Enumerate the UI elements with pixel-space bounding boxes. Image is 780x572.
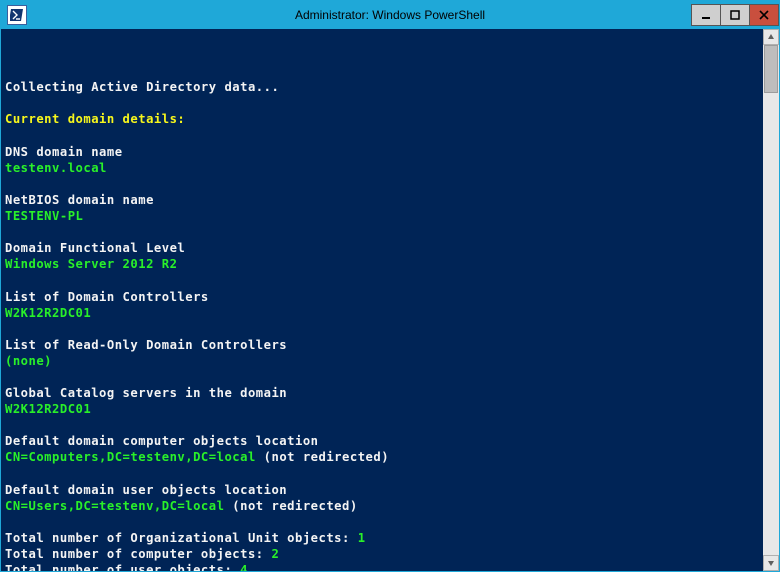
scroll-up-arrow-icon[interactable]: [763, 29, 779, 45]
console-line: W2K12R2DC01: [5, 305, 775, 321]
console-text: [5, 515, 13, 529]
console-text: [5, 177, 13, 191]
console-text: Domain Functional Level: [5, 241, 185, 255]
console-line: Windows Server 2012 R2: [5, 256, 775, 272]
console-text: NetBIOS domain name: [5, 193, 154, 207]
window-title: Administrator: Windows PowerShell: [1, 8, 779, 22]
console-line: [5, 466, 775, 482]
console-line: [5, 224, 775, 240]
console-text: Current domain details:: [5, 112, 185, 126]
console-text: testenv.local: [5, 161, 107, 175]
console-line: [5, 369, 775, 385]
console-text: Default domain user objects location: [5, 483, 287, 497]
console-line: Default domain user objects location: [5, 482, 775, 498]
close-button[interactable]: [749, 4, 779, 26]
console-line: NetBIOS domain name: [5, 192, 775, 208]
console-text: Total number of Organizational Unit obje…: [5, 531, 358, 545]
console-text: Total number of user objects:: [5, 563, 240, 571]
console-line: Global Catalog servers in the domain: [5, 385, 775, 401]
console-line: [5, 514, 775, 530]
console-line: DNS domain name: [5, 144, 775, 160]
console-text: DNS domain name: [5, 145, 123, 159]
console-line: Domain Functional Level: [5, 240, 775, 256]
console-text: List of Read-Only Domain Controllers: [5, 338, 287, 352]
console-text: 1: [358, 531, 366, 545]
console-text: TESTENV-PL: [5, 209, 83, 223]
console-line: CN=Users,DC=testenv,DC=local (not redire…: [5, 498, 775, 514]
console-line: [5, 417, 775, 433]
console-line: [5, 321, 775, 337]
console-line: [5, 176, 775, 192]
console-line: [5, 272, 775, 288]
console-text: (none): [5, 354, 52, 368]
console-text: List of Domain Controllers: [5, 290, 209, 304]
console-text: Collecting Active Directory data...: [5, 80, 279, 94]
console-line: (none): [5, 353, 775, 369]
console-line: TESTENV-PL: [5, 208, 775, 224]
console-text: [5, 225, 13, 239]
console-text: W2K12R2DC01: [5, 306, 91, 320]
console-line: Total number of user objects: 4: [5, 562, 775, 571]
powershell-icon: [7, 5, 27, 25]
console-text: [5, 96, 13, 110]
console-text: [5, 418, 13, 432]
console-text: [5, 370, 13, 384]
minimize-button[interactable]: [691, 4, 721, 26]
console-text: CN=Users,DC=testenv,DC=local: [5, 499, 224, 513]
console-line: List of Read-Only Domain Controllers: [5, 337, 775, 353]
console-text: (not redirected): [224, 499, 357, 513]
console-line: Collecting Active Directory data...: [5, 79, 775, 95]
vertical-scrollbar[interactable]: [763, 29, 779, 571]
titlebar[interactable]: Administrator: Windows PowerShell: [1, 1, 779, 29]
console-line: W2K12R2DC01: [5, 401, 775, 417]
console-line: Current domain details:: [5, 111, 775, 127]
console-line: Total number of computer objects: 2: [5, 546, 775, 562]
console-text: Default domain computer objects location: [5, 434, 319, 448]
console-text: Windows Server 2012 R2: [5, 257, 177, 271]
console-line: Total number of Organizational Unit obje…: [5, 530, 775, 546]
console-text: CN=Computers,DC=testenv,DC=local: [5, 450, 256, 464]
console-text: [5, 467, 13, 481]
console-line: CN=Computers,DC=testenv,DC=local (not re…: [5, 449, 775, 465]
console-line: List of Domain Controllers: [5, 289, 775, 305]
console-line: [5, 128, 775, 144]
console-line: [5, 95, 775, 111]
console-line: Default domain computer objects location: [5, 433, 775, 449]
window-controls: [692, 4, 779, 26]
scroll-track[interactable]: [763, 45, 779, 555]
console-line: testenv.local: [5, 160, 775, 176]
console-text: [5, 273, 13, 287]
maximize-button[interactable]: [720, 4, 750, 26]
console-text: Global Catalog servers in the domain: [5, 386, 287, 400]
console-text: [5, 129, 13, 143]
console-text: [5, 322, 13, 336]
console-text: 2: [271, 547, 279, 561]
console-text: Total number of computer objects:: [5, 547, 271, 561]
console-text: W2K12R2DC01: [5, 402, 91, 416]
scroll-down-arrow-icon[interactable]: [763, 555, 779, 571]
powershell-window: Administrator: Windows PowerShell Collec…: [0, 0, 780, 572]
console-text: (not redirected): [256, 450, 389, 464]
scroll-thumb[interactable]: [764, 45, 778, 93]
console-output[interactable]: Collecting Active Directory data... Curr…: [1, 29, 779, 571]
console-text: 4: [240, 563, 248, 571]
